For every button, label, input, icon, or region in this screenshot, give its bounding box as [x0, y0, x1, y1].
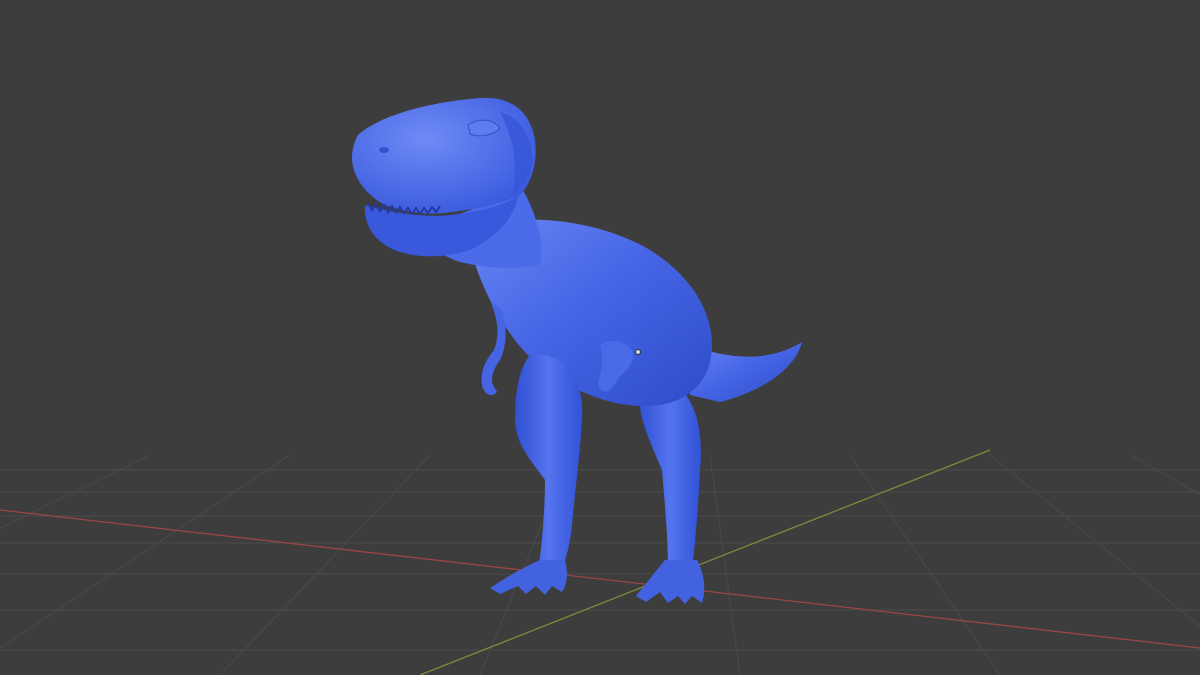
- right-foot[interactable]: [636, 560, 705, 604]
- t-rex-model[interactable]: [352, 97, 802, 604]
- left-foot[interactable]: [490, 560, 567, 595]
- left-arm[interactable]: [481, 300, 506, 396]
- x-axis-line: [0, 509, 1200, 649]
- object-origin-marker: [635, 349, 641, 355]
- left-leg[interactable]: [515, 354, 583, 572]
- nostril: [379, 147, 389, 153]
- y-axis-line: [419, 449, 991, 675]
- floor-grid: [0, 454, 1200, 675]
- 3d-viewport[interactable]: [0, 0, 1200, 675]
- viewport-canvas[interactable]: [0, 0, 1200, 675]
- right-leg[interactable]: [639, 378, 701, 570]
